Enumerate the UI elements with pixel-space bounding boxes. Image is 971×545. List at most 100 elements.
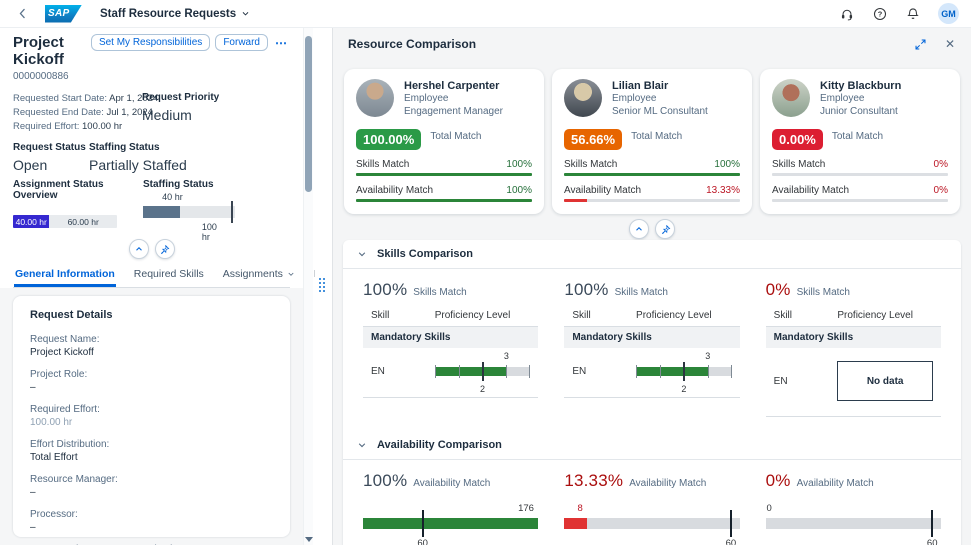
- proficiency-bullet-chart: 3 2: [435, 361, 531, 382]
- candidate-name: Lilian Blair: [612, 80, 708, 92]
- chevron-down-icon: [357, 249, 367, 259]
- candidate-role: Junior Consultant: [820, 105, 901, 118]
- request-status-value: Open: [13, 157, 89, 173]
- skills-match-percent: 0%: [766, 280, 791, 300]
- collapse-cards-button[interactable]: [629, 219, 649, 239]
- skills-match-value: 0%: [934, 159, 948, 170]
- candidate-role: Engagement Manager: [404, 105, 503, 118]
- availability-match-value: 13.33%: [706, 185, 740, 196]
- pin-cards-button[interactable]: [655, 219, 675, 239]
- sap-logo: SAP: [45, 5, 82, 23]
- total-match-label: Total Match: [832, 131, 883, 142]
- chevron-left-icon: [16, 7, 29, 20]
- chevron-down-icon: [287, 270, 295, 278]
- availability-match-label: Availability Match: [356, 185, 433, 196]
- skill-row: EN No data: [766, 348, 941, 417]
- availability-match-bar: [356, 199, 532, 202]
- availability-match-value: 0%: [934, 185, 948, 196]
- tab-content: Request Details Request Name:Project Kic…: [0, 288, 303, 545]
- shell-bar: SAP Staff Resource Requests ? GM: [0, 0, 971, 28]
- availability-match-bar: [564, 199, 740, 202]
- request-id: 0000000886: [13, 71, 290, 82]
- collapse-availability-section-button[interactable]: [356, 439, 368, 451]
- scrollbar-down-arrow[interactable]: [305, 537, 313, 542]
- skills-match-value: 100%: [506, 159, 532, 170]
- availability-match-value: 100%: [506, 185, 532, 196]
- skills-match-percent: 100%: [363, 280, 407, 300]
- candidate-card[interactable]: Kitty Blackburn Employee Junior Consulta…: [760, 69, 960, 214]
- header-toolbar: [13, 240, 290, 258]
- enter-fullscreen-button[interactable]: [913, 37, 928, 52]
- pin-header-button[interactable]: [155, 239, 175, 259]
- availability-column: 0% Availability Match 0 60: [766, 471, 941, 545]
- availability-match-label: Availability Match: [772, 185, 849, 196]
- proficiency-value-label: 3: [705, 351, 710, 361]
- pin-icon: [159, 244, 170, 255]
- availability-bullet-chart: 176 60: [363, 502, 538, 545]
- availability-value-label: 8: [577, 503, 582, 514]
- required-effort-value: 100.00 hr: [30, 416, 273, 429]
- open-segment: 60.00 hr: [49, 215, 117, 228]
- target-marker: [231, 201, 233, 223]
- total-match-badge: 0.00%: [772, 129, 823, 150]
- comparison-title: Resource Comparison: [348, 37, 476, 51]
- forward-button[interactable]: Forward: [215, 34, 268, 51]
- skills-match-value: 100%: [714, 159, 740, 170]
- comparison-header: Resource Comparison ✕: [333, 28, 971, 60]
- skill-row: EN 3 2: [564, 348, 739, 398]
- collapse-header-button[interactable]: [129, 239, 149, 259]
- tab-matching[interactable]: Matching: [313, 263, 315, 287]
- effort-distribution-value: Total Effort: [30, 451, 273, 464]
- user-avatar-menu[interactable]: GM: [938, 3, 959, 24]
- total-match-label: Total Match: [631, 131, 682, 142]
- candidate-card[interactable]: Lilian Blair Employee Senior ML Consulta…: [552, 69, 752, 214]
- set-responsibilities-button[interactable]: Set My Responsibilities: [91, 34, 210, 51]
- total-hours-label: 100 hr: [202, 222, 224, 242]
- target-marker: [683, 362, 685, 381]
- candidate-cards: Hershel Carpenter Employee Engagement Ma…: [333, 60, 971, 217]
- target-marker: [482, 362, 484, 381]
- skills-comparison-section: Skills Comparison 100% Skills Match Skil…: [343, 240, 961, 431]
- overflow-menu-button[interactable]: ⋯: [273, 36, 290, 50]
- priority-label: Request Priority: [142, 92, 290, 103]
- skills-table: SkillProficiency Level Mandatory Skills …: [564, 307, 739, 398]
- close-icon: ✕: [945, 37, 955, 51]
- candidate-type: Employee: [612, 92, 708, 105]
- candidate-card[interactable]: Hershel Carpenter Employee Engagement Ma…: [344, 69, 544, 214]
- scrollbar-thumb[interactable]: [305, 36, 312, 192]
- skills-table: SkillProficiency Level Mandatory Skills …: [766, 307, 941, 417]
- panel-splitter[interactable]: [313, 28, 332, 545]
- request-detail-panel: Project Kickoff Set My Responsibilities …: [0, 28, 303, 545]
- proficiency-value-label: 3: [504, 351, 509, 361]
- skills-match-bar: [356, 173, 532, 176]
- staffed-hours-label: 40 hr: [162, 192, 183, 202]
- availability-match-percent: 0%: [766, 471, 791, 491]
- header-charts: Assignment Status Overview 40.00 hr 60.0…: [13, 179, 290, 238]
- left-panel-scrollbar: [303, 28, 313, 545]
- skills-section-title: Skills Comparison: [377, 248, 473, 260]
- skill-name: EN: [572, 366, 636, 377]
- app-title-menu[interactable]: Staff Resource Requests: [100, 8, 250, 20]
- expand-icon: [914, 38, 927, 51]
- back-button[interactable]: [14, 5, 31, 22]
- tab-required-skills[interactable]: Required Skills: [133, 263, 205, 287]
- notifications-button[interactable]: [905, 6, 921, 22]
- skills-group-header: Mandatory Skills: [363, 327, 538, 348]
- availability-section-title: Availability Comparison: [377, 439, 502, 451]
- support-button[interactable]: [839, 6, 855, 22]
- effort-value: 100.00 hr: [82, 121, 122, 132]
- close-panel-button[interactable]: ✕: [944, 36, 956, 52]
- collapse-skills-section-button[interactable]: [356, 248, 368, 260]
- staffing-chart-label: Staffing Status: [143, 179, 290, 190]
- skills-group-header: Mandatory Skills: [766, 327, 941, 348]
- tab-assignments[interactable]: Assignments: [222, 263, 296, 287]
- tab-general-information[interactable]: General Information: [14, 263, 116, 287]
- request-details-title: Request Details: [30, 309, 273, 321]
- proficiency-bullet-chart: 3 2: [636, 361, 732, 382]
- target-marker: [422, 510, 424, 537]
- request-status-label: Request Status: [13, 142, 89, 153]
- total-match-label: Total Match: [430, 131, 481, 142]
- help-button[interactable]: ?: [872, 6, 888, 22]
- candidate-type: Employee: [820, 92, 901, 105]
- availability-bullet-chart: 0 60: [766, 502, 941, 545]
